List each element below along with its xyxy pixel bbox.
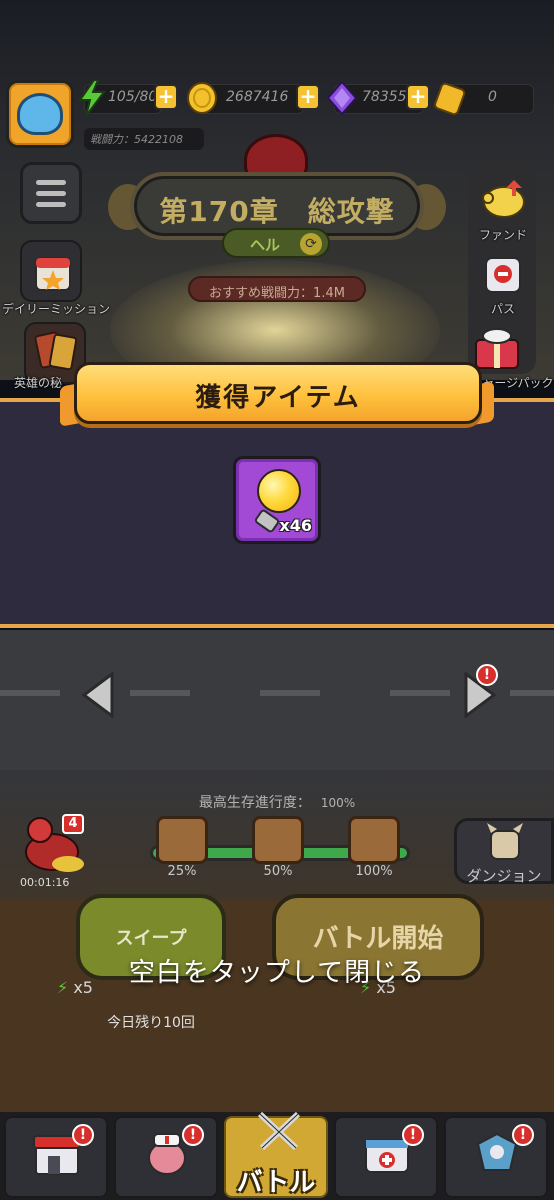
ticket-icon xyxy=(434,82,466,116)
refresh-icon: ⟳ xyxy=(300,233,322,255)
daily-mission-label: デイリーミッション xyxy=(2,302,111,316)
difficulty-label: ヘル xyxy=(250,236,281,254)
nav-notification-badge: ! xyxy=(72,1124,94,1146)
gem-value: 78355 xyxy=(362,89,407,105)
sweep-label: スイープ xyxy=(115,928,187,949)
nav-notification-badge: ! xyxy=(182,1124,204,1146)
helper-badge: 4 xyxy=(62,814,84,834)
reward-item-card[interactable]: x46 xyxy=(233,456,321,544)
hamburger-icon xyxy=(36,180,66,185)
road-line xyxy=(0,690,60,696)
road-line xyxy=(260,690,320,696)
lightning-icon xyxy=(78,80,106,116)
recommended-power: おすすめ戦闘力：1.4M xyxy=(188,276,366,302)
progress-value: 100% xyxy=(320,796,356,810)
sweep-remaining: 今日残り10回 xyxy=(107,1015,195,1031)
battle-start-label: バトル開始 xyxy=(312,924,444,954)
milestone-chest[interactable] xyxy=(348,816,400,864)
pass-button[interactable] xyxy=(472,246,534,308)
road-line xyxy=(130,690,190,696)
tap-to-close-hint[interactable]: 空白をタップして閉じる xyxy=(0,952,554,989)
add-stamina-button[interactable]: + xyxy=(154,84,178,110)
stage-title: 第170章 総攻撃 xyxy=(159,195,395,228)
best-survival-progress: 最高生存進行度： 100% xyxy=(0,792,554,812)
dungeon-button[interactable]: ダンジョン xyxy=(454,818,554,885)
nav-notification-badge: ! xyxy=(402,1124,424,1146)
hero-secret-label: 英雄の秘 xyxy=(14,376,63,390)
demon-mask-icon xyxy=(487,823,523,860)
cards-icon xyxy=(34,331,78,371)
calendar-icon xyxy=(35,257,71,291)
menu-button[interactable] xyxy=(20,162,82,224)
stamina-value: 105/80 xyxy=(108,89,158,105)
progress-label-text: 最高生存進行度： xyxy=(198,795,311,811)
lightbulb-icon xyxy=(257,469,301,513)
gold-coin-icon xyxy=(187,82,217,114)
piggy-bank-icon xyxy=(482,180,525,218)
pass-ticket-icon xyxy=(485,257,521,293)
milestone-chest[interactable] xyxy=(252,816,304,864)
pass-label: パス xyxy=(490,302,515,316)
helper-timer: 00:01:16 xyxy=(20,876,70,889)
milestone-percent: 100% xyxy=(355,864,393,879)
next-stage-notification-badge: ! xyxy=(476,664,498,686)
nav-battle[interactable]: バトル xyxy=(224,1111,328,1198)
milestone-percent: 25% xyxy=(167,864,197,879)
add-gems-button[interactable]: + xyxy=(406,84,430,110)
slime-avatar-icon xyxy=(17,93,63,135)
gold-value: 2687416 xyxy=(226,89,289,105)
crossed-swords-icon xyxy=(257,1111,301,1151)
recommended-power-text: おすすめ戦闘力：1.4M xyxy=(209,286,345,301)
nav-battle-label: バトル xyxy=(236,1168,316,1198)
previous-stage-arrow-icon[interactable] xyxy=(80,672,116,718)
player-avatar[interactable] xyxy=(6,80,74,148)
fund-button[interactable] xyxy=(472,170,534,232)
fund-label: ファンド xyxy=(478,228,527,242)
ticket-value: 0 xyxy=(488,89,497,105)
add-gold-button[interactable]: + xyxy=(296,84,320,110)
reward-item-count: x46 xyxy=(279,516,312,535)
road-line xyxy=(510,690,554,696)
daily-mission-button[interactable] xyxy=(20,240,82,302)
road-line xyxy=(390,690,450,696)
milestone-percent: 50% xyxy=(263,864,293,879)
difficulty-selector[interactable]: ヘル ⟳ xyxy=(222,228,330,258)
helper-character-button[interactable]: 4 xyxy=(18,812,88,882)
purple-gem-icon xyxy=(326,80,358,116)
dungeon-label: ダンジョン xyxy=(466,867,542,885)
nav-notification-badge: ! xyxy=(512,1124,534,1146)
combat-power: 戦闘力：5422108 xyxy=(84,128,204,150)
popup-title-banner: 獲得アイテム xyxy=(74,362,482,424)
popup-title: 獲得アイテム xyxy=(195,383,361,413)
gift-box-icon xyxy=(475,328,519,369)
milestone-chest[interactable] xyxy=(156,816,208,864)
